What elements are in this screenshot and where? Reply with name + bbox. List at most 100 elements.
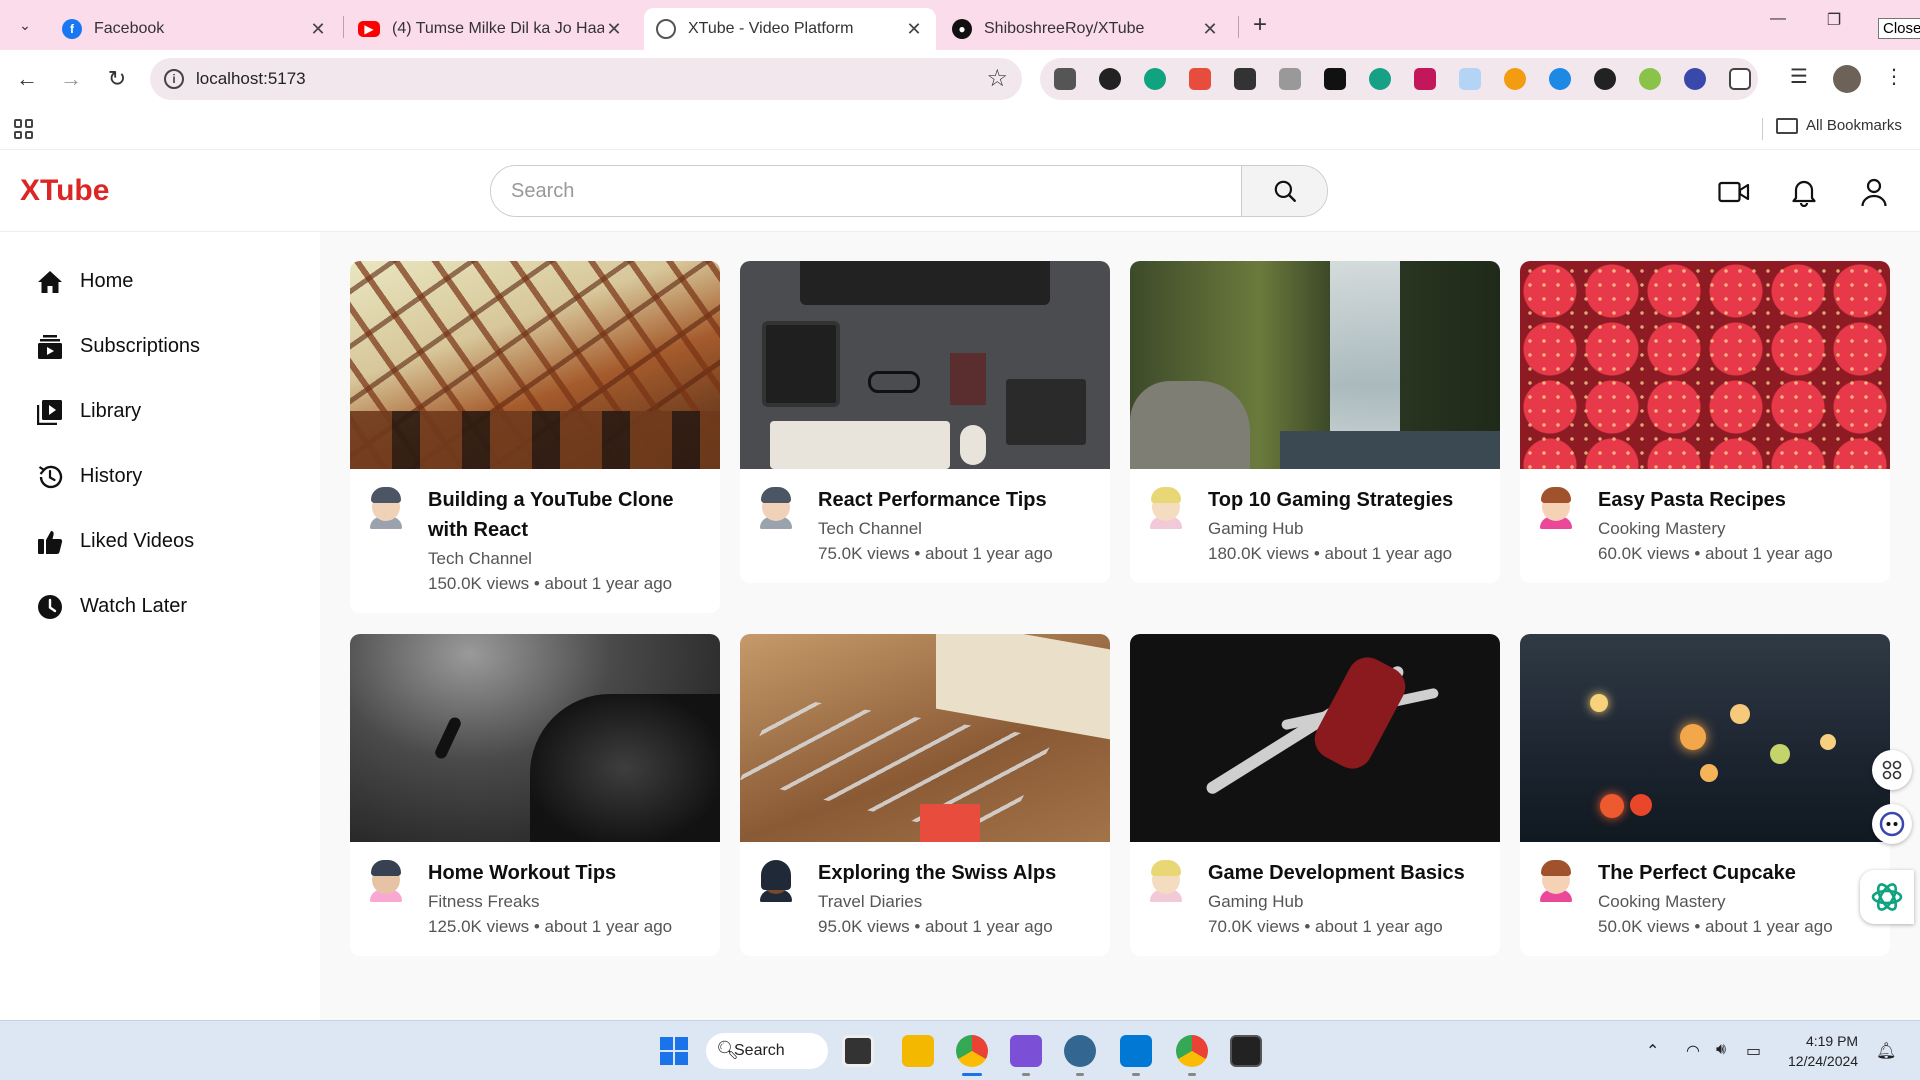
tab-facebook[interactable]: f Facebook ✕ xyxy=(50,8,340,50)
battery-icon[interactable]: ▭ xyxy=(1746,1041,1761,1061)
channel-avatar[interactable] xyxy=(368,485,404,529)
video-card[interactable]: Game Development Basics Gaming Hub 70.0K… xyxy=(1130,634,1500,956)
chrome-icon[interactable] xyxy=(956,1035,988,1067)
video-thumbnail[interactable] xyxy=(1520,261,1890,469)
sidebar-item-home[interactable]: Home xyxy=(0,249,320,314)
reload-icon[interactable]: ↻ xyxy=(102,64,132,94)
forward-icon[interactable]: → xyxy=(56,64,86,94)
channel-name[interactable]: Cooking Mastery xyxy=(1598,517,1833,541)
channel-name[interactable]: Gaming Hub xyxy=(1208,517,1453,541)
video-card[interactable]: Building a YouTube Clone with React Tech… xyxy=(350,261,720,613)
new-tab-button[interactable]: + xyxy=(1246,12,1274,40)
channel-avatar[interactable] xyxy=(1538,485,1574,529)
taskbar-search[interactable]: 🔍︎ Search xyxy=(706,1033,828,1069)
close-tab-icon[interactable]: ✕ xyxy=(1200,19,1220,40)
sidebar-item-library[interactable]: Library xyxy=(0,379,320,444)
terminal-icon[interactable] xyxy=(1230,1035,1262,1067)
video-title[interactable]: Easy Pasta Recipes xyxy=(1598,485,1833,515)
close-tab-icon[interactable]: ✕ xyxy=(308,19,328,40)
video-card[interactable]: The Perfect Cupcake Cooking Mastery 50.0… xyxy=(1520,634,1890,956)
floating-widget-icon[interactable] xyxy=(1872,750,1912,790)
account-button[interactable] xyxy=(1858,176,1890,208)
sidebar-item-history[interactable]: History xyxy=(0,444,320,509)
extension-icon[interactable] xyxy=(1459,68,1481,90)
sidebar-item-watch-later[interactable]: Watch Later xyxy=(0,574,320,639)
tab-xtube[interactable]: XTube - Video Platform ✕ xyxy=(644,8,936,50)
video-thumbnail[interactable] xyxy=(1130,634,1500,842)
profile-avatar[interactable] xyxy=(1833,65,1861,93)
notification-bell-icon[interactable]: 🔔︎ xyxy=(1876,1041,1896,1061)
system-clock[interactable]: 4:19 PM 12/24/2024 xyxy=(1788,1031,1858,1071)
restore-icon[interactable]: ❐ xyxy=(1812,10,1856,30)
channel-avatar[interactable] xyxy=(758,858,794,902)
video-title[interactable]: Home Workout Tips xyxy=(428,858,672,888)
puzzle-extensions-icon[interactable] xyxy=(1729,68,1751,90)
channel-avatar[interactable] xyxy=(1148,858,1184,902)
channel-avatar[interactable] xyxy=(368,858,404,902)
video-card[interactable]: Easy Pasta Recipes Cooking Mastery 60.0K… xyxy=(1520,261,1890,583)
chevron-up-icon[interactable]: ⌃ xyxy=(1646,1041,1659,1061)
video-card[interactable]: Top 10 Gaming Strategies Gaming Hub 180.… xyxy=(1130,261,1500,583)
chatgpt-sidebar-icon[interactable] xyxy=(1860,870,1914,924)
chatgpt-extension-icon[interactable] xyxy=(1144,68,1166,90)
extension-icon[interactable] xyxy=(1189,68,1211,90)
notifications-button[interactable] xyxy=(1788,176,1820,208)
sidebar-item-liked-videos[interactable]: Liked Videos xyxy=(0,509,320,574)
volume-icon[interactable]: 🔊︎ xyxy=(1716,1041,1726,1059)
video-card[interactable]: Home Workout Tips Fitness Freaks 125.0K … xyxy=(350,634,720,956)
wifi-icon[interactable]: ◠ xyxy=(1686,1041,1700,1061)
channel-name[interactable]: Travel Diaries xyxy=(818,890,1056,914)
channel-name[interactable]: Tech Channel xyxy=(818,517,1053,541)
video-thumbnail[interactable] xyxy=(740,261,1110,469)
file-explorer-icon[interactable] xyxy=(902,1035,934,1067)
tab-github[interactable]: ● ShiboshreeRoy/XTube ✕ xyxy=(940,8,1232,50)
video-thumbnail[interactable] xyxy=(350,634,720,842)
tab-search-chevron-icon[interactable]: ⌄ xyxy=(10,12,40,38)
assistant-bot-icon[interactable] xyxy=(1872,804,1912,844)
chrome-profile-icon[interactable] xyxy=(1176,1035,1208,1067)
channel-avatar[interactable] xyxy=(1148,485,1184,529)
channel-name[interactable]: Fitness Freaks xyxy=(428,890,672,914)
camera-extension-icon[interactable] xyxy=(1279,68,1301,90)
video-title[interactable]: Exploring the Swiss Alps xyxy=(818,858,1056,888)
extension-icon[interactable] xyxy=(1504,68,1526,90)
extension-icon[interactable] xyxy=(1054,68,1076,90)
video-card[interactable]: React Performance Tips Tech Channel 75.0… xyxy=(740,261,1110,583)
video-thumbnail[interactable] xyxy=(1520,634,1890,842)
minimize-icon[interactable]: — xyxy=(1756,10,1800,28)
site-info-icon[interactable]: i xyxy=(164,69,184,89)
search-input[interactable] xyxy=(491,166,1241,216)
channel-name[interactable]: Tech Channel xyxy=(428,547,706,571)
close-tab-icon[interactable]: ✕ xyxy=(604,19,624,40)
visual-studio-icon[interactable] xyxy=(1010,1035,1042,1067)
extension-icon[interactable] xyxy=(1549,68,1571,90)
color-picker-extension-icon[interactable] xyxy=(1234,68,1256,90)
xtube-logo[interactable]: XTube xyxy=(20,174,109,208)
url-text[interactable]: localhost:5173 xyxy=(196,69,306,89)
search-button[interactable] xyxy=(1241,166,1327,216)
video-thumbnail[interactable] xyxy=(740,634,1110,842)
video-title[interactable]: React Performance Tips xyxy=(818,485,1053,515)
video-title[interactable]: Game Development Basics xyxy=(1208,858,1465,888)
video-title[interactable]: Building a YouTube Clone with React xyxy=(428,485,706,545)
back-icon[interactable]: ← xyxy=(12,64,42,94)
video-title[interactable]: Top 10 Gaming Strategies xyxy=(1208,485,1453,515)
omnibox[interactable]: i localhost:5173 ☆ xyxy=(150,58,1022,100)
video-title[interactable]: The Perfect Cupcake xyxy=(1598,858,1833,888)
video-card[interactable]: Exploring the Swiss Alps Travel Diaries … xyxy=(740,634,1110,956)
channel-name[interactable]: Gaming Hub xyxy=(1208,890,1465,914)
extension-icon[interactable] xyxy=(1324,68,1346,90)
channel-name[interactable]: Cooking Mastery xyxy=(1598,890,1833,914)
video-thumbnail[interactable] xyxy=(350,261,720,469)
menu-dots-icon[interactable]: ⋮ xyxy=(1884,64,1904,89)
extension-icon[interactable] xyxy=(1684,68,1706,90)
upload-video-button[interactable] xyxy=(1718,176,1750,208)
all-bookmarks-button[interactable]: All Bookmarks xyxy=(1776,117,1902,134)
sidebar-item-subscriptions[interactable]: Subscriptions xyxy=(0,314,320,379)
close-tab-icon[interactable]: ✕ xyxy=(904,19,924,40)
extension-icon[interactable] xyxy=(1369,68,1391,90)
media-control-icon[interactable]: ☰ xyxy=(1790,64,1808,89)
windows-start-icon[interactable] xyxy=(658,1035,690,1067)
extension-icon[interactable] xyxy=(1639,68,1661,90)
extension-icon[interactable] xyxy=(1099,68,1121,90)
